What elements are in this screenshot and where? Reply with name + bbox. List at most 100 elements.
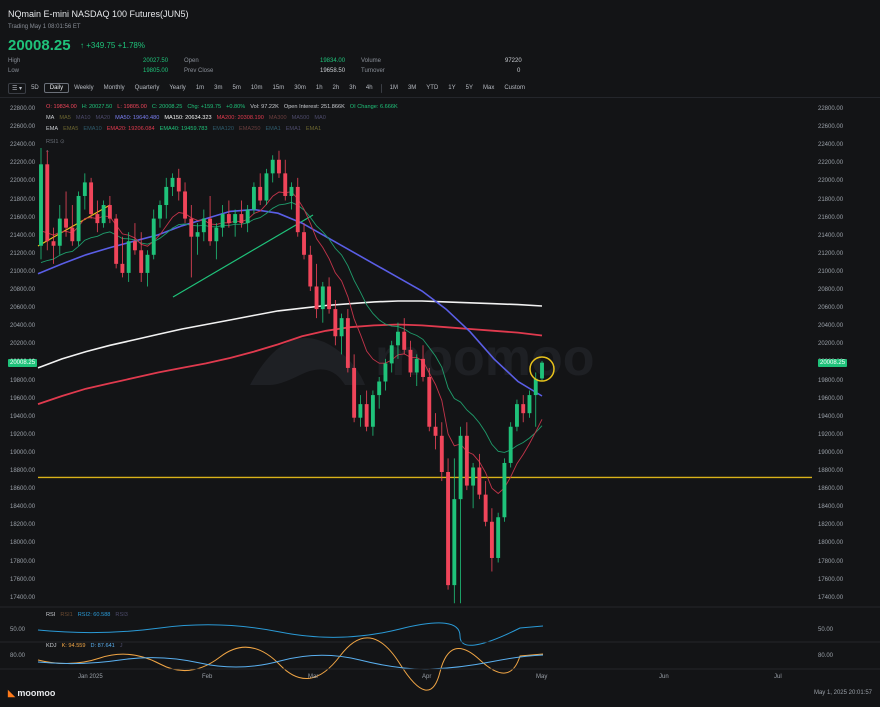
- footer-timestamp: May 1, 2025 20:01:57: [813, 690, 872, 696]
- candle-down: [139, 250, 144, 273]
- price-axis-label: 18000.00: [818, 540, 844, 547]
- price-axis-label: 21200.00: [818, 250, 844, 257]
- rsi1-label: RSI1: [60, 612, 73, 618]
- candle-down: [183, 191, 187, 219]
- candle-down: [521, 404, 526, 414]
- candle-up: [502, 462, 507, 518]
- price-axis-label: 20200.00: [10, 341, 36, 348]
- candle-up: [101, 205, 106, 224]
- rsi-legend[interactable]: RSI RSI1 RSI2: 60.588 RSI3: [46, 612, 133, 618]
- candle-up: [289, 186, 294, 196]
- kdj-d-label: D: 87.641: [90, 643, 115, 649]
- footer-logo: ◣ moomoo: [8, 688, 55, 699]
- candle-down: [45, 164, 50, 242]
- price-axis-label: 18200.00: [818, 522, 844, 529]
- price-axis-label: 18600.00: [818, 486, 844, 493]
- candle-down: [333, 309, 338, 337]
- candle-up: [508, 426, 513, 463]
- rsi2-label: RSI2: 60.588: [77, 612, 111, 618]
- candle-down: [446, 472, 451, 586]
- footer-logo-text: moomoo: [17, 688, 56, 698]
- candle-up: [82, 182, 87, 196]
- candle-down: [345, 318, 350, 368]
- price-axis-label: 22600.00: [10, 124, 36, 131]
- price-axis-label: 20600.00: [818, 305, 844, 312]
- candle-up: [320, 286, 325, 310]
- xaxis-jul: Jul: [774, 674, 782, 680]
- candle-down: [352, 367, 357, 418]
- xaxis-feb: Feb: [202, 674, 213, 680]
- rsi-level-left: 50.00: [10, 627, 26, 633]
- candle-up: [214, 227, 219, 242]
- price-axis-label: 20600.00: [10, 305, 36, 312]
- price-axis-label: 20800.00: [818, 287, 844, 293]
- kdj-level-left: 80.00: [10, 653, 26, 659]
- candle-up: [458, 435, 463, 500]
- price-axis-label: 19400.00: [818, 413, 844, 420]
- candle-down: [114, 218, 119, 264]
- candle-up: [471, 467, 476, 486]
- kdj-level-right: 80.00: [818, 653, 834, 659]
- price-axis-label: 18800.00: [818, 468, 844, 474]
- price-axis-label: 19600.00: [10, 395, 36, 402]
- price-axis-label: 20200.00: [818, 341, 844, 348]
- candle-down: [477, 467, 482, 495]
- candle-up: [389, 345, 394, 364]
- candle-up: [126, 241, 131, 273]
- candle-down: [132, 241, 137, 251]
- candle-up: [151, 218, 156, 255]
- candle-down: [64, 218, 68, 228]
- price-axis-label: 20400.00: [10, 323, 36, 330]
- price-axis-label: 21400.00: [10, 232, 36, 239]
- candle-up: [195, 232, 200, 237]
- candle-down: [239, 214, 244, 224]
- price-axis-label: 19000.00: [10, 449, 36, 456]
- candle-up: [57, 218, 62, 246]
- xaxis-jan: Jan 2025: [78, 674, 103, 680]
- candle-down: [51, 241, 56, 246]
- price-axis-label: 19200.00: [10, 431, 36, 438]
- price-axis-label: 21000.00: [10, 268, 36, 275]
- candle-down: [226, 214, 231, 224]
- price-axis-label: 17400.00: [10, 594, 36, 601]
- price-axis-label: 19800.00: [10, 377, 36, 384]
- candle-down: [421, 358, 425, 377]
- rsi-label: RSI: [46, 612, 56, 618]
- kdj-legend[interactable]: KDJ K: 94.559 D: 87.641 J: [46, 643, 128, 649]
- candle-up: [145, 254, 150, 273]
- candle-up: [377, 381, 382, 396]
- candle-up: [39, 164, 43, 246]
- candle-down: [176, 177, 181, 192]
- candle-up: [270, 159, 275, 174]
- candlestick-chart[interactable]: moomoo: [0, 0, 880, 707]
- price-axis-label: 19400.00: [10, 413, 36, 420]
- candle-up: [533, 378, 538, 396]
- candle-up: [515, 404, 519, 427]
- price-axis-label: 18000.00: [10, 540, 36, 547]
- candle-down: [308, 254, 313, 287]
- candle-up: [527, 395, 532, 414]
- candle-down: [302, 232, 306, 255]
- price-axis-label: 22400.00: [10, 142, 36, 149]
- price-axis-label: 22400.00: [818, 142, 844, 149]
- price-axis-label: 20400.00: [818, 323, 844, 330]
- candle-down: [483, 494, 488, 522]
- trendline-green[interactable]: [172, 214, 314, 298]
- candle-up: [76, 195, 81, 242]
- candle-down: [208, 218, 213, 242]
- price-axis-label: 22000.00: [10, 178, 36, 185]
- candle-up: [339, 318, 344, 337]
- candle-up: [414, 358, 419, 373]
- price-axis-label: 21400.00: [818, 232, 844, 239]
- price-axis-label: 21800.00: [818, 196, 844, 203]
- candle-up: [358, 404, 363, 418]
- price-axis-label: 17400.00: [818, 594, 844, 601]
- price-axis-label: 22800.00: [10, 106, 36, 112]
- price-axis-label: 21600.00: [10, 214, 36, 221]
- candle-down: [283, 173, 288, 196]
- price-axis-label: 22000.00: [818, 178, 844, 185]
- price-axis-label: 19000.00: [818, 449, 844, 456]
- moomoo-logo-icon: ◣: [8, 688, 18, 698]
- candle-down: [433, 426, 438, 436]
- xaxis-mar: Mar: [308, 674, 319, 680]
